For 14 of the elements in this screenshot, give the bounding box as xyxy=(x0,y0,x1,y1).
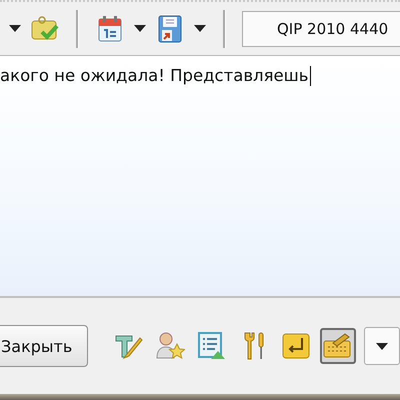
close-button[interactable]: Закрыть xyxy=(0,325,88,367)
dropdown-arrow-icon[interactable] xyxy=(9,25,21,32)
message-input[interactable]: акого не ожидала! Представляешь xyxy=(0,56,400,298)
note-check-icon[interactable] xyxy=(30,16,60,42)
enter-key-icon[interactable] xyxy=(282,333,310,359)
menu-button[interactable] xyxy=(364,327,400,365)
keyboard-pen-icon[interactable] xyxy=(322,333,353,359)
tool-button[interactable] xyxy=(320,328,356,364)
dropdown-arrow-icon[interactable] xyxy=(194,25,206,32)
wrench-screwdriver-icon[interactable] xyxy=(242,331,266,361)
status-field: QIP 2010 4440 xyxy=(242,10,400,46)
dropdown-arrow-icon[interactable] xyxy=(134,25,146,32)
dropdown-arrow-icon[interactable] xyxy=(376,342,388,350)
calendar-icon[interactable] xyxy=(98,16,122,42)
